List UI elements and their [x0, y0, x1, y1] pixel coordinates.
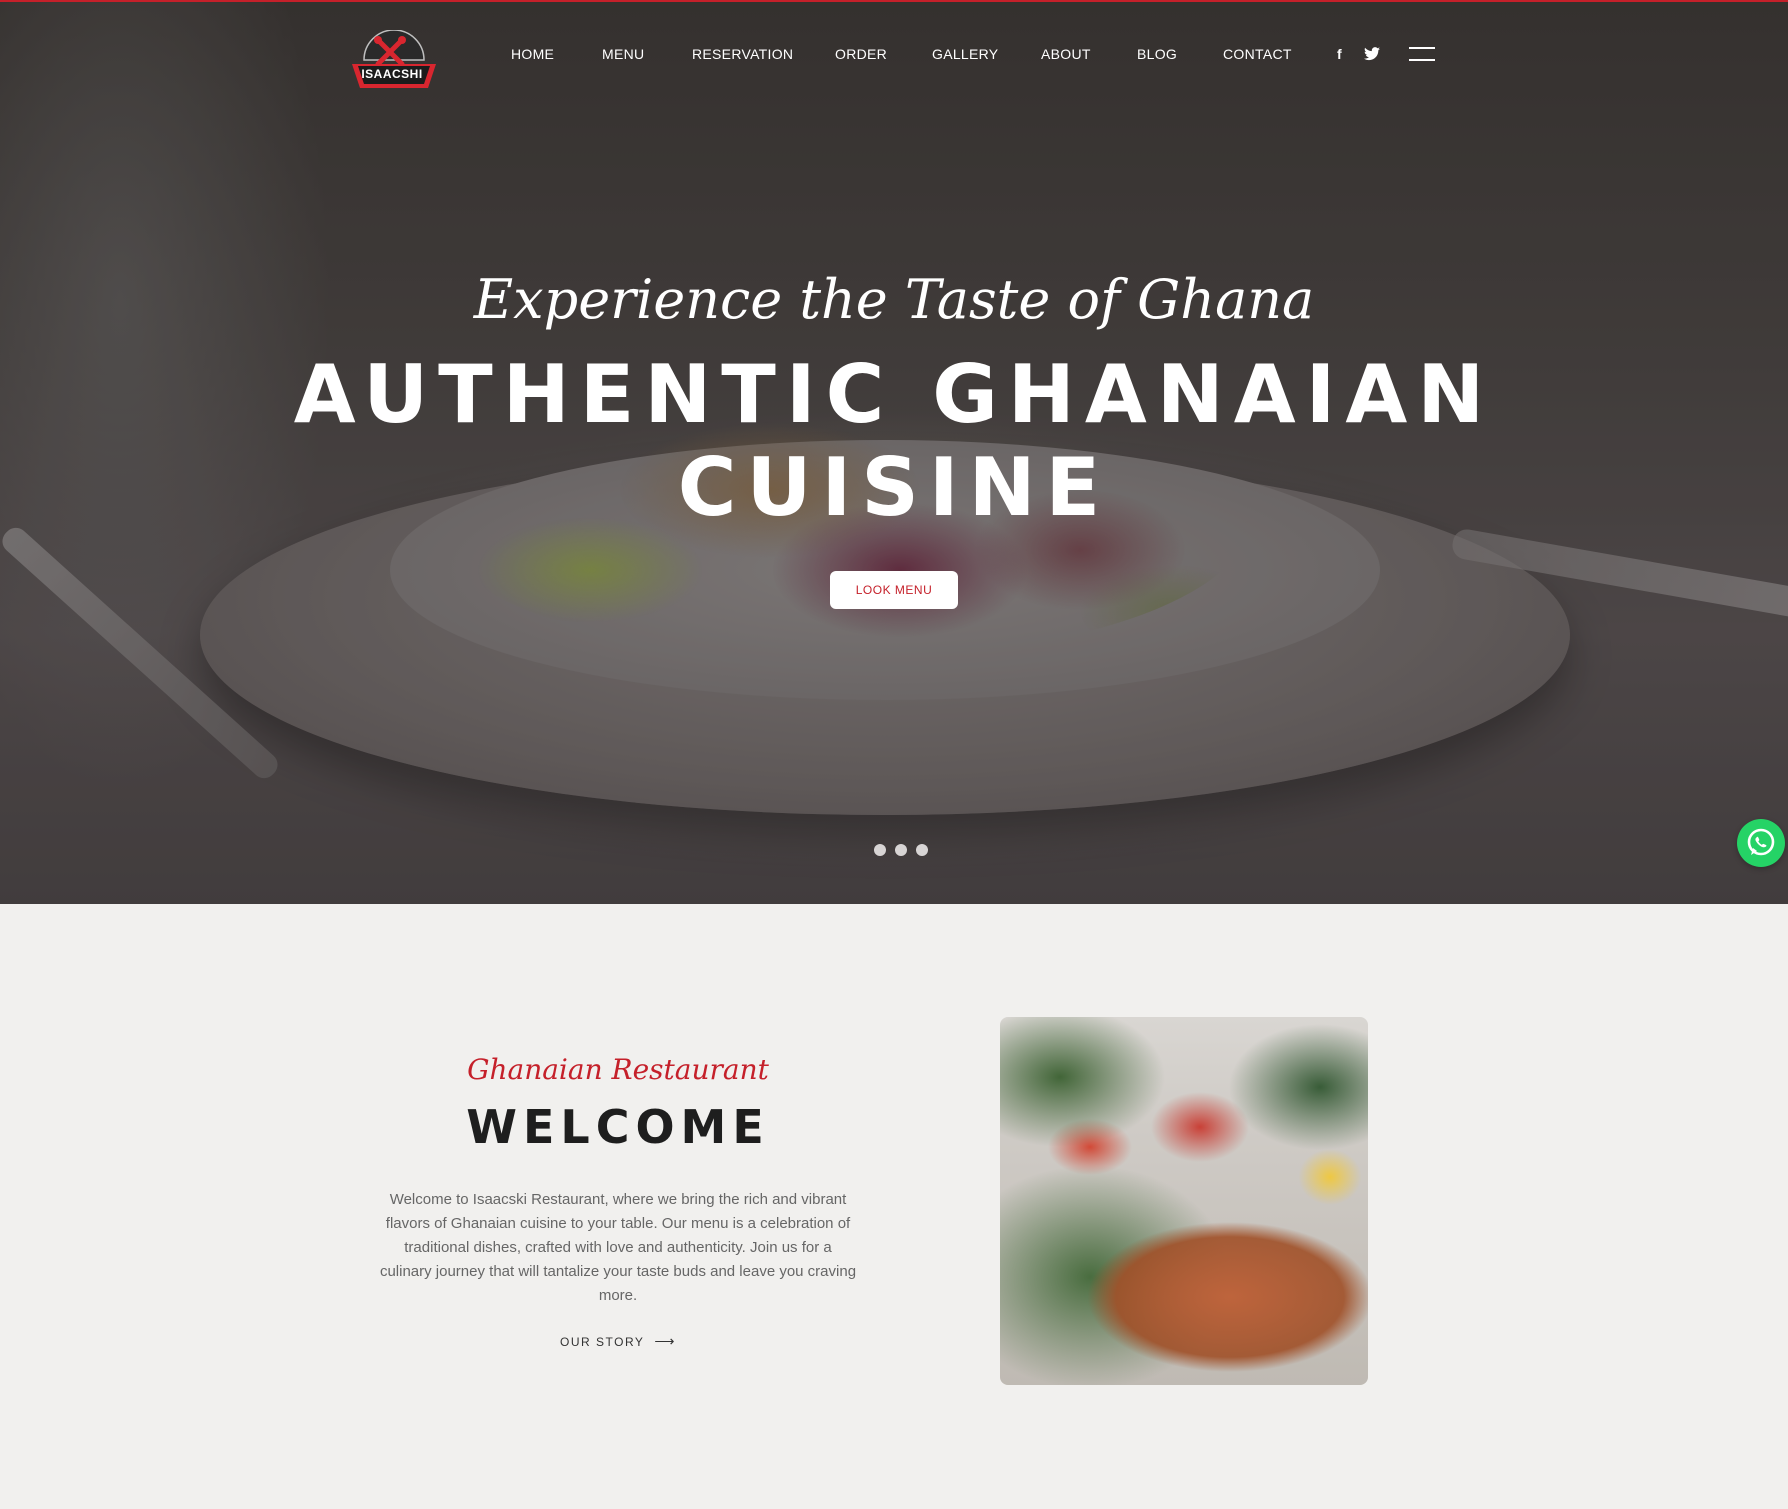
- nav-home[interactable]: HOME: [511, 46, 554, 62]
- twitter-icon[interactable]: [1364, 47, 1380, 64]
- nav-menu[interactable]: MENU: [602, 46, 644, 62]
- look-menu-button[interactable]: LOOK MENU: [830, 571, 958, 609]
- logo-text: ISAACSHI: [361, 67, 423, 81]
- nav-reservation[interactable]: RESERVATION: [692, 46, 793, 62]
- hero-title-line1: AUTHENTIC GHANAIAN: [293, 348, 1495, 441]
- hamburger-menu-icon[interactable]: [1409, 47, 1435, 61]
- slider-dot-3[interactable]: [916, 844, 928, 856]
- salmon-salad-photo: [1000, 1017, 1368, 1385]
- nav-blog[interactable]: BLOG: [1137, 46, 1177, 62]
- slider-dot-2[interactable]: [895, 844, 907, 856]
- welcome-description: Welcome to Isaacski Restaurant, where we…: [379, 1191, 857, 1304]
- our-story-label: OUR STORY: [560, 1335, 645, 1349]
- hero-title-line2: CUISINE: [677, 441, 1111, 534]
- slider-dot-1[interactable]: [874, 844, 886, 856]
- nav-about[interactable]: ABOUT: [1041, 46, 1091, 62]
- logo-emblem-icon: [352, 30, 436, 88]
- whatsapp-button[interactable]: [1737, 819, 1785, 867]
- welcome-subtitle: Ghanaian Restaurant: [467, 1053, 769, 1086]
- hero-tagline: Experience the Taste of Ghana: [473, 268, 1315, 331]
- arrow-right-icon: ⟶: [654, 1333, 676, 1349]
- nav-contact[interactable]: CONTACT: [1223, 46, 1292, 62]
- top-accent-line: [0, 0, 1788, 2]
- facebook-icon[interactable]: f: [1337, 46, 1342, 62]
- welcome-title: WELCOME: [466, 1100, 770, 1154]
- our-story-link[interactable]: OUR STORY ⟶: [560, 1333, 676, 1351]
- nav-gallery[interactable]: GALLERY: [932, 46, 998, 62]
- nav-order[interactable]: ORDER: [835, 46, 887, 62]
- whatsapp-icon: [1747, 828, 1775, 856]
- site-logo[interactable]: ISAACSHI: [348, 30, 440, 94]
- welcome-section: [0, 904, 1788, 1509]
